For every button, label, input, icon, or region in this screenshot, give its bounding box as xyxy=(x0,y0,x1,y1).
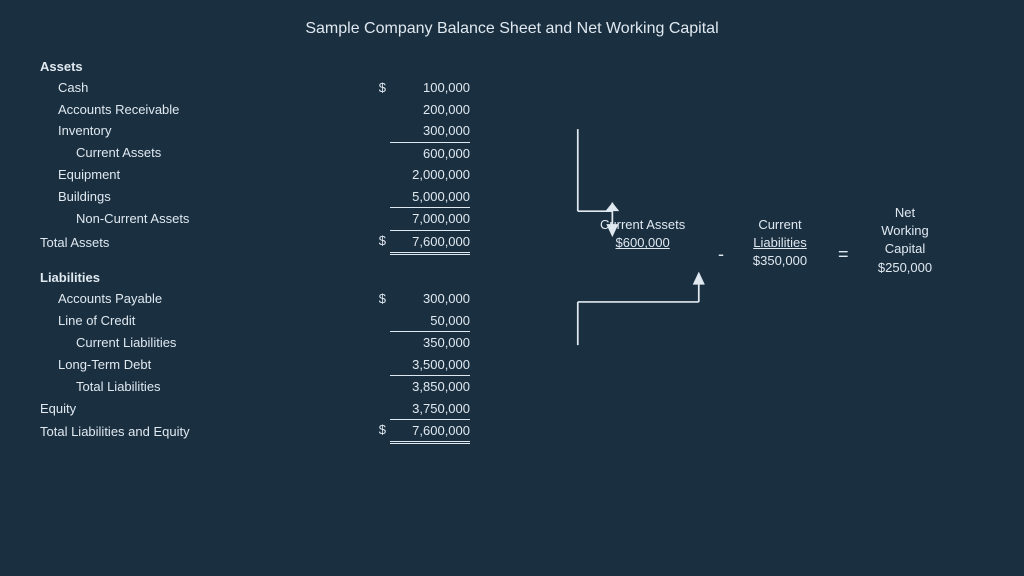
long-term-debt-amount: 3,500,000 xyxy=(390,354,470,375)
content-area: Assets Cash $ 100,000 Accounts Receivabl… xyxy=(40,56,984,456)
inventory-label: Inventory xyxy=(40,120,350,141)
inventory-amount-col: 300,000 xyxy=(350,120,480,141)
total-liabilities-dollar xyxy=(372,375,386,397)
current-assets-row: Current Assets 600,000 xyxy=(40,142,480,164)
diagram-area: Current Assets $600,000 - CurrentLiabili… xyxy=(500,96,984,456)
current-liabilities-row: Current Liabilities 350,000 xyxy=(40,331,480,353)
total-liabilities-label: Total Liabilities xyxy=(40,376,350,397)
non-current-assets-amount-col: 7,000,000 xyxy=(350,207,480,229)
long-term-debt-label: Long-Term Debt xyxy=(40,354,350,375)
ar-amount-col: 200,000 xyxy=(350,99,480,120)
equipment-row: Equipment 2,000,000 xyxy=(40,164,480,185)
page-title: Sample Company Balance Sheet and Net Wor… xyxy=(40,20,984,38)
equity-amount: 3,750,000 xyxy=(390,398,470,419)
cash-dollar: $ xyxy=(372,77,386,98)
inventory-amount: 300,000 xyxy=(390,120,470,141)
accounts-payable-amount-col: $ 300,000 xyxy=(350,288,480,309)
cash-amount: 100,000 xyxy=(390,77,470,98)
total-liab-equity-row: Total Liabilities and Equity $ 7,600,000 xyxy=(40,419,480,444)
equity-row: Equity 3,750,000 xyxy=(40,398,480,419)
current-liabilities-amount: 350,000 xyxy=(390,331,470,353)
total-liab-equity-amount: 7,600,000 xyxy=(390,419,470,444)
current-liabilities-amount-col: 350,000 xyxy=(350,331,480,353)
cash-amount-col: $ 100,000 xyxy=(350,77,480,98)
inventory-row: Inventory 300,000 xyxy=(40,120,480,141)
non-current-assets-row: Non-Current Assets 7,000,000 xyxy=(40,207,480,229)
total-liab-equity-label: Total Liabilities and Equity xyxy=(40,421,350,442)
ar-label: Accounts Receivable xyxy=(40,99,350,120)
equity-dollar xyxy=(372,398,386,419)
cash-label: Cash xyxy=(40,77,350,98)
accounts-payable-amount: 300,000 xyxy=(390,288,470,309)
long-term-debt-dollar xyxy=(372,354,386,375)
assets-header-row: Assets xyxy=(40,56,480,77)
total-assets-row: Total Assets $ 7,600,000 xyxy=(40,230,480,255)
total-liabilities-amount-col: 3,850,000 xyxy=(350,375,480,397)
total-assets-amount-col: $ 7,600,000 xyxy=(350,230,480,255)
page-container: Sample Company Balance Sheet and Net Wor… xyxy=(0,0,1024,576)
accounts-payable-dollar: $ xyxy=(372,288,386,309)
ar-amount: 200,000 xyxy=(390,99,470,120)
total-liab-equity-amount-col: $ 7,600,000 xyxy=(350,419,480,444)
non-current-assets-label: Non-Current Assets xyxy=(40,208,350,229)
buildings-amount: 5,000,000 xyxy=(390,186,470,207)
equipment-amount: 2,000,000 xyxy=(390,164,470,185)
equipment-label: Equipment xyxy=(40,164,350,185)
balance-sheet: Assets Cash $ 100,000 Accounts Receivabl… xyxy=(40,56,480,444)
buildings-amount-col: 5,000,000 xyxy=(350,186,480,207)
accounts-payable-label: Accounts Payable xyxy=(40,288,350,309)
current-assets-dollar xyxy=(372,142,386,164)
equity-amount-col: 3,750,000 xyxy=(350,398,480,419)
equipment-amount-col: 2,000,000 xyxy=(350,164,480,185)
current-assets-amount-col: 600,000 xyxy=(350,142,480,164)
inventory-dollar xyxy=(372,120,386,141)
long-term-debt-amount-col: 3,500,000 xyxy=(350,354,480,375)
ar-row: Accounts Receivable 200,000 xyxy=(40,99,480,120)
total-liabilities-row: Total Liabilities 3,850,000 xyxy=(40,375,480,397)
line-of-credit-dollar xyxy=(372,310,386,331)
buildings-dollar xyxy=(372,186,386,207)
accounts-payable-row: Accounts Payable $ 300,000 xyxy=(40,288,480,309)
long-term-debt-row: Long-Term Debt 3,500,000 xyxy=(40,354,480,375)
diagram-svg xyxy=(500,96,984,456)
buildings-row: Buildings 5,000,000 xyxy=(40,186,480,207)
total-liab-equity-dollar: $ xyxy=(372,419,386,444)
liabilities-header-row: Liabilities xyxy=(40,267,480,288)
buildings-label: Buildings xyxy=(40,186,350,207)
current-assets-label: Current Assets xyxy=(40,142,350,163)
line-of-credit-amount: 50,000 xyxy=(390,310,470,331)
current-liabilities-dollar xyxy=(372,331,386,353)
spacer-1 xyxy=(40,255,480,267)
non-current-assets-dollar xyxy=(372,207,386,229)
current-assets-amount: 600,000 xyxy=(390,142,470,164)
line-of-credit-label: Line of Credit xyxy=(40,310,350,331)
current-liabilities-label: Current Liabilities xyxy=(40,332,350,353)
line-of-credit-row: Line of Credit 50,000 xyxy=(40,310,480,331)
assets-header: Assets xyxy=(40,56,480,77)
total-assets-dollar: $ xyxy=(372,230,386,255)
non-current-assets-amount: 7,000,000 xyxy=(390,207,470,229)
ar-dollar xyxy=(372,99,386,120)
total-assets-label: Total Assets xyxy=(40,232,350,253)
total-assets-amount: 7,600,000 xyxy=(390,230,470,255)
cash-row: Cash $ 100,000 xyxy=(40,77,480,98)
liabilities-header: Liabilities xyxy=(40,267,480,288)
equity-label: Equity xyxy=(40,398,350,419)
line-of-credit-amount-col: 50,000 xyxy=(350,310,480,331)
equipment-dollar xyxy=(372,164,386,185)
total-liabilities-amount: 3,850,000 xyxy=(390,375,470,397)
